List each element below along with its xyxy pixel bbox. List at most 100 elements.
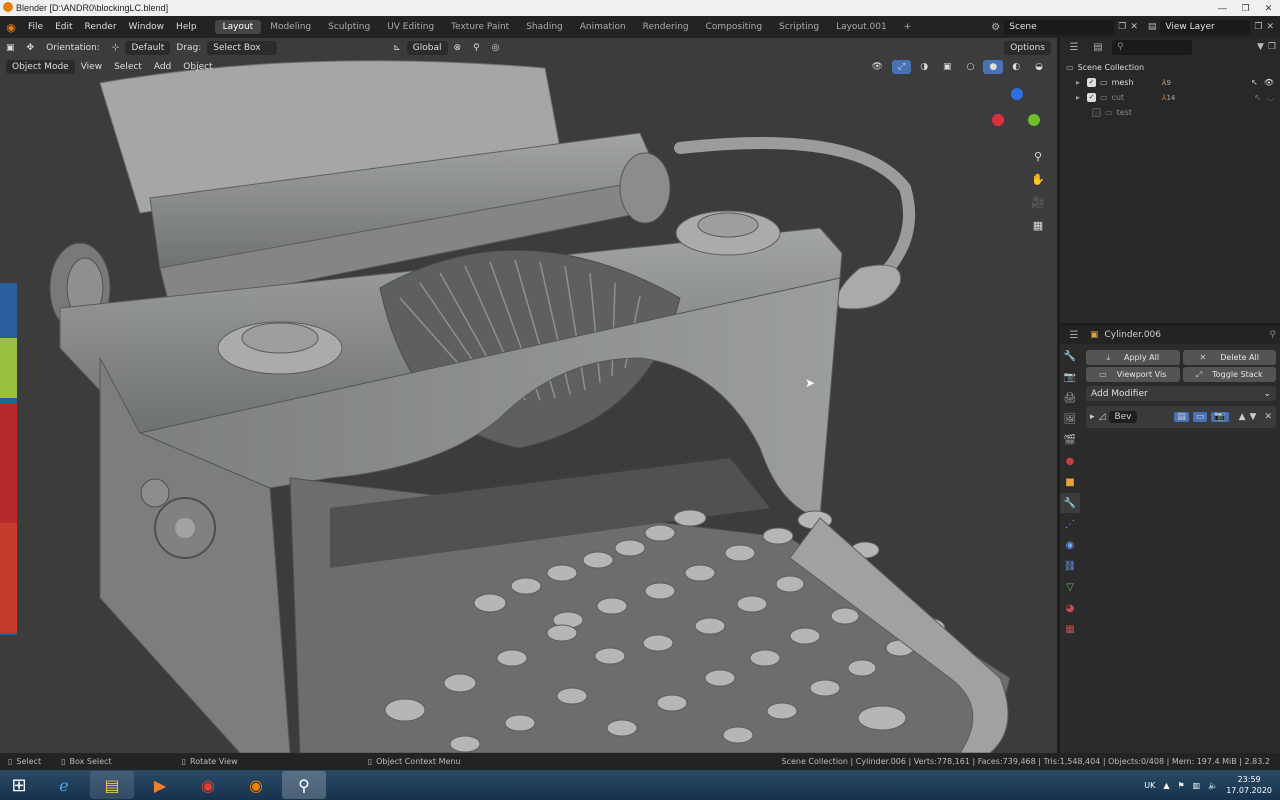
object-mode-dropdown[interactable]: Object Mode [6, 59, 75, 74]
delete-view-layer-icon[interactable]: ✕ [1266, 22, 1274, 32]
axis-y-icon[interactable] [1028, 114, 1040, 126]
delete-all-button[interactable]: ✕ Delete All [1182, 350, 1276, 365]
tab-compositing[interactable]: Compositing [698, 20, 770, 34]
media-player-icon[interactable]: ▶ [138, 771, 182, 799]
expand-arrow-icon[interactable]: ▸ [1090, 412, 1095, 422]
axis-z-icon[interactable] [1011, 88, 1023, 100]
orientation-dropdown[interactable]: Default [125, 40, 171, 55]
visibility-icon[interactable]: 👁 [866, 60, 889, 74]
tab-object-data[interactable]: ▽ [1060, 577, 1080, 597]
app-taskbar-icon[interactable]: ⚲ [282, 771, 326, 799]
shading-wireframe-icon[interactable]: ○ [961, 60, 981, 74]
menu-file[interactable]: File [22, 22, 49, 32]
apply-all-button[interactable]: ⤓ Apply All [1086, 350, 1180, 365]
menu-window[interactable]: Window [123, 22, 171, 32]
scene-selector[interactable]: Scene [1004, 19, 1115, 35]
modifier-name-field[interactable]: Bev [1109, 411, 1137, 423]
shading-rendered-icon[interactable]: ◒ [1029, 60, 1049, 74]
menu-add[interactable]: Add [148, 60, 177, 74]
tab-particles[interactable]: ⋰ [1060, 514, 1080, 534]
menu-select[interactable]: Select [108, 60, 148, 74]
scene-collection-row[interactable]: ▭ Scene Collection [1066, 60, 1274, 75]
snap-icon[interactable]: ⚲ [467, 41, 486, 55]
internet-explorer-icon[interactable]: ℯ [42, 771, 86, 799]
tab-output[interactable]: 🖨 [1060, 388, 1080, 408]
pivot-icon[interactable]: ⊗ [448, 41, 468, 55]
eye-icon[interactable]: 👁 [1264, 78, 1274, 87]
start-button[interactable]: ⊞ [0, 771, 38, 799]
viewport-toggle-icon[interactable]: ▭ [1192, 412, 1208, 422]
add-modifier-dropdown[interactable]: Add Modifier ⌄ [1086, 386, 1276, 401]
properties-editor-type-icon[interactable]: ☰ [1064, 325, 1084, 345]
tab-shading[interactable]: Shading [518, 20, 571, 34]
collection-checkbox[interactable]: ✓ [1087, 78, 1097, 87]
blender-taskbar-icon[interactable]: ◉ [234, 771, 278, 799]
tab-texture-paint[interactable]: Texture Paint [443, 20, 517, 34]
outliner-search-input[interactable]: ⚲ [1112, 39, 1192, 55]
outliner-item[interactable]: ▸ ✓ ▭ cut ⅄ 14 ↖ ◡ [1066, 90, 1274, 105]
menu-render[interactable]: Render [79, 22, 123, 32]
drag-dropdown[interactable]: Select Box [207, 40, 278, 55]
tab-render[interactable]: 📷 [1060, 367, 1080, 387]
eye-hidden-icon[interactable]: ◡ [1267, 93, 1274, 102]
outliner-item[interactable]: ▭ test [1066, 105, 1274, 120]
xray-icon[interactable]: ▣ [937, 60, 958, 74]
tab-texture[interactable]: ▦ [1060, 619, 1080, 639]
maximize-button[interactable]: ❐ [1234, 1, 1257, 15]
tab-rendering[interactable]: Rendering [635, 20, 697, 34]
tray-flag-icon[interactable]: ⚑ [1177, 781, 1184, 790]
zoom-icon[interactable]: ⚲ [1028, 146, 1048, 166]
network-icon[interactable]: ▥ [1193, 781, 1201, 790]
display-mode-icon[interactable]: ▤ [1088, 37, 1108, 57]
move-tool-icon[interactable]: ✥ [21, 41, 41, 55]
axis-x-icon[interactable] [992, 114, 1004, 126]
render-toggle-icon[interactable]: 📷 [1211, 412, 1229, 422]
shading-solid-icon[interactable]: ● [983, 59, 1004, 74]
tab-material[interactable]: ◕ [1060, 598, 1080, 618]
minimize-button[interactable]: — [1211, 1, 1234, 15]
restrict-select-icon[interactable]: ↖ [1254, 93, 1261, 102]
tab-world[interactable]: ● [1060, 451, 1080, 471]
language-indicator[interactable]: UK [1144, 781, 1155, 790]
delete-scene-icon[interactable]: ✕ [1130, 22, 1138, 32]
gizmo-toggle-icon[interactable]: ⤢ [891, 59, 912, 74]
tab-layout-001[interactable]: Layout.001 [828, 20, 895, 34]
collection-checkbox[interactable]: ✓ [1087, 93, 1097, 102]
file-explorer-icon[interactable]: ▤ [90, 771, 134, 799]
menu-object[interactable]: Object [177, 60, 218, 74]
camera-icon[interactable]: 🎥 [1028, 192, 1048, 212]
toggle-stack-button[interactable]: ⤢ Toggle Stack [1182, 367, 1276, 382]
tab-uv-editing[interactable]: UV Editing [379, 20, 442, 34]
tab-scripting[interactable]: Scripting [771, 20, 827, 34]
move-up-icon[interactable]: ▲ [1239, 412, 1246, 422]
tab-object[interactable]: ■ [1060, 472, 1080, 492]
viewport-vis-button[interactable]: ▭ Viewport Vis [1086, 367, 1180, 382]
pin-icon[interactable]: ⚲ [1269, 330, 1276, 340]
3d-viewport[interactable]: ▣ ✥ Orientation: ⊹ Default Drag: Select … [0, 38, 1057, 753]
pan-hand-icon[interactable]: ✋ [1028, 169, 1048, 189]
new-scene-icon[interactable]: ❐ [1118, 22, 1126, 32]
menu-edit[interactable]: Edit [49, 22, 78, 32]
bevel-modifier-header[interactable]: ▸ ◿ Bev ▤ ▭ 📷 ▲ ▼ ✕ [1086, 406, 1276, 428]
new-collection-icon[interactable]: ❐ [1268, 42, 1276, 52]
tab-physics[interactable]: ◉ [1060, 535, 1080, 555]
outliner-editor-type-icon[interactable]: ☰ [1064, 37, 1084, 57]
edit-mode-toggle-icon[interactable]: ▤ [1174, 412, 1189, 422]
tray-arrow-icon[interactable]: ▲ [1163, 781, 1169, 790]
view-layer-selector[interactable]: View Layer [1160, 19, 1251, 35]
filter-icon[interactable]: ▼ [1257, 42, 1264, 52]
transform-orientation-dropdown[interactable]: Global [406, 40, 448, 55]
tab-view-layer[interactable]: 🖼 [1060, 409, 1080, 429]
add-workspace-button[interactable]: + [896, 20, 920, 34]
restrict-select-icon[interactable]: ↖ [1251, 78, 1258, 87]
chrome-icon[interactable]: ◉ [186, 771, 230, 799]
close-button[interactable]: ✕ [1257, 1, 1280, 15]
new-view-layer-icon[interactable]: ❐ [1254, 22, 1262, 32]
tab-scene[interactable]: 🎬 [1060, 430, 1080, 450]
tab-modifiers[interactable]: 🔧 [1060, 493, 1080, 513]
system-clock[interactable]: 23:59 17.07.2020 [1226, 774, 1272, 796]
tab-modeling[interactable]: Modeling [262, 20, 319, 34]
tab-layout[interactable]: Layout [214, 20, 262, 34]
shading-material-icon[interactable]: ◐ [1006, 60, 1026, 74]
collection-checkbox[interactable] [1092, 108, 1101, 117]
